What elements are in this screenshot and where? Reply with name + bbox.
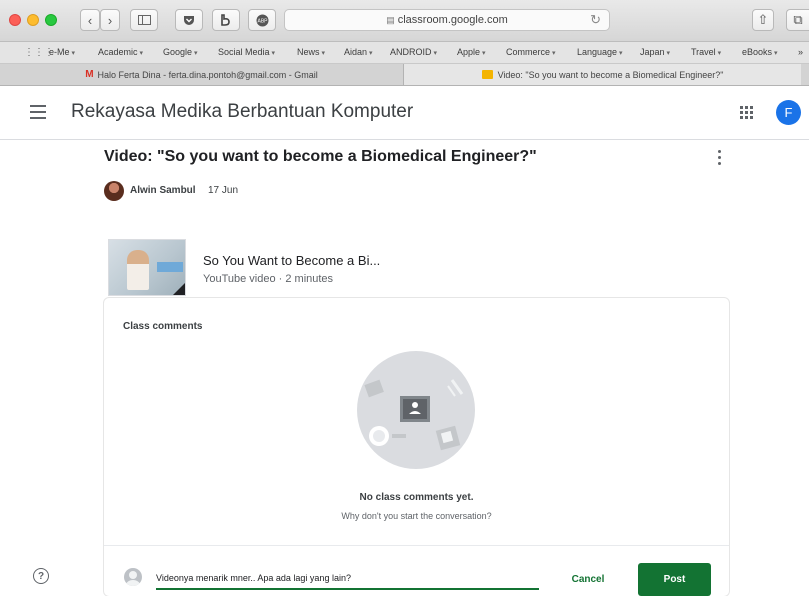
more-vert-icon[interactable]	[718, 150, 722, 166]
chevron-down-icon: ▾	[552, 50, 556, 57]
tab-label: Video: "So you want to become a Biomedic…	[497, 69, 724, 80]
tabs-icon: ⧉	[793, 12, 803, 27]
bookmark-folder[interactable]: Travel ▾	[691, 47, 721, 57]
close-window-button[interactable]	[9, 14, 21, 26]
author-name: Alwin Sambul	[130, 185, 196, 196]
class-comments-heading: Class comments	[123, 321, 203, 332]
address-bar[interactable]: ▤ classroom.google.com ↻	[284, 9, 610, 31]
browser-tab-bar: M Halo Ferta Dina - ferta.dina.pontoh@gm…	[0, 64, 809, 86]
attachment-title[interactable]: So You Want to Become a Bi...	[203, 253, 380, 268]
browser-titlebar: ‹ › ABP ▤ classroom.google.com ↻ ⇧ ⧉	[0, 0, 809, 42]
empty-comments-subtitle: Why don't you start the conversation?	[341, 511, 492, 521]
chevron-down-icon: ▾	[139, 50, 144, 57]
author-avatar	[104, 181, 124, 201]
bookmark-folder[interactable]: Social Media ▾	[218, 47, 275, 57]
class-title[interactable]: Rekayasa Medika Berbantuan Komputer	[71, 101, 413, 123]
chevron-down-icon: ▾	[71, 50, 76, 57]
adblock-icon: ABP	[256, 14, 268, 26]
app-header: Rekayasa Medika Berbantuan Komputer F	[0, 86, 809, 140]
chevron-down-icon: ▾	[774, 50, 778, 57]
post-button[interactable]: Post	[638, 563, 711, 596]
bookmarks-bar: ⋮⋮⋮ e-Me ▾ Academic ▾ Google ▾ Social Media…	[0, 42, 809, 64]
chevron-down-icon: ▾	[194, 50, 198, 57]
extension-button[interactable]	[212, 9, 240, 31]
apps-grid-icon[interactable]	[740, 106, 753, 119]
chevron-down-icon: ▾	[717, 50, 722, 57]
forward-button[interactable]: ›	[100, 9, 120, 31]
tabs-overview-button[interactable]: ⧉	[786, 9, 809, 31]
menu-icon[interactable]	[30, 105, 46, 119]
chevron-down-icon: ▾	[619, 50, 623, 57]
empty-comments-illustration	[357, 351, 475, 469]
account-avatar[interactable]: F	[776, 100, 801, 125]
secure-lock-icon: ▤	[386, 14, 395, 25]
browser-tab-classroom[interactable]: Video: "So you want to become a Biomedic…	[404, 64, 801, 85]
reload-icon[interactable]: ↻	[590, 12, 601, 28]
pocket-button[interactable]	[175, 9, 203, 31]
pocket-icon	[184, 15, 194, 25]
bookmark-folder[interactable]: Apple ▾	[457, 47, 486, 57]
more-bookmarks-icon[interactable]: »	[798, 47, 803, 57]
video-thumbnail[interactable]	[108, 239, 186, 296]
bookmark-folder[interactable]: Japan ▾	[640, 47, 670, 57]
help-icon[interactable]: ?	[33, 568, 49, 584]
cancel-button[interactable]: Cancel	[560, 568, 616, 590]
bookmark-folder[interactable]: Google ▾	[163, 47, 198, 57]
zoom-window-button[interactable]	[45, 14, 57, 26]
bookmark-folder[interactable]: eBooks ▾	[742, 47, 778, 57]
commenter-avatar	[124, 568, 142, 586]
address-url: classroom.google.com	[397, 14, 508, 26]
gmail-icon: M	[85, 69, 94, 80]
chevron-left-icon: ‹	[87, 12, 93, 28]
back-button[interactable]: ‹	[80, 9, 100, 31]
attachment-corner-icon	[173, 283, 185, 295]
chevron-down-icon: ▾	[369, 50, 373, 57]
comment-input[interactable]	[156, 568, 539, 590]
share-button[interactable]: ⇧	[752, 9, 774, 31]
chevron-down-icon: ▾	[321, 50, 326, 57]
chevron-down-icon: ▾	[482, 50, 486, 57]
svg-text:ABP: ABP	[257, 18, 268, 24]
bookmark-folder[interactable]: ANDROID ▾	[390, 47, 437, 57]
comments-divider	[104, 545, 729, 546]
post-title: Video: "So you want to become a Biomedic…	[104, 148, 537, 165]
bookmark-folder[interactable]: Language ▾	[577, 47, 623, 57]
browser-tab-gmail[interactable]: M Halo Ferta Dina - ferta.dina.pontoh@gm…	[0, 64, 404, 85]
bookmark-folder[interactable]: e-Me ▾	[49, 47, 75, 57]
chevron-down-icon: ▾	[666, 50, 671, 57]
attachment-meta: YouTube video · 2 minutes	[203, 273, 334, 285]
chevron-down-icon: ▾	[433, 50, 438, 57]
minimize-window-button[interactable]	[27, 14, 39, 26]
bookmark-folder[interactable]: News ▾	[297, 47, 325, 57]
share-icon: ⇧	[757, 12, 769, 27]
bookmark-folder[interactable]: Academic ▾	[98, 47, 143, 57]
bookmark-folder[interactable]: Aidan ▾	[344, 47, 373, 57]
extension-b-icon	[221, 14, 230, 26]
empty-comments-title: No class comments yet.	[359, 492, 474, 503]
post-date: 17 Jun	[208, 185, 239, 196]
adblock-button[interactable]: ABP	[248, 9, 276, 31]
sidebar-toggle-button[interactable]	[130, 9, 158, 31]
chevron-right-icon: ›	[107, 12, 113, 28]
tab-label: Halo Ferta Dina - ferta.dina.pontoh@gmai…	[97, 69, 318, 80]
bookmark-folder[interactable]: Commerce ▾	[506, 47, 556, 57]
chevron-down-icon: ▾	[271, 50, 276, 57]
classroom-icon	[481, 70, 493, 79]
sidebar-icon	[137, 15, 151, 25]
